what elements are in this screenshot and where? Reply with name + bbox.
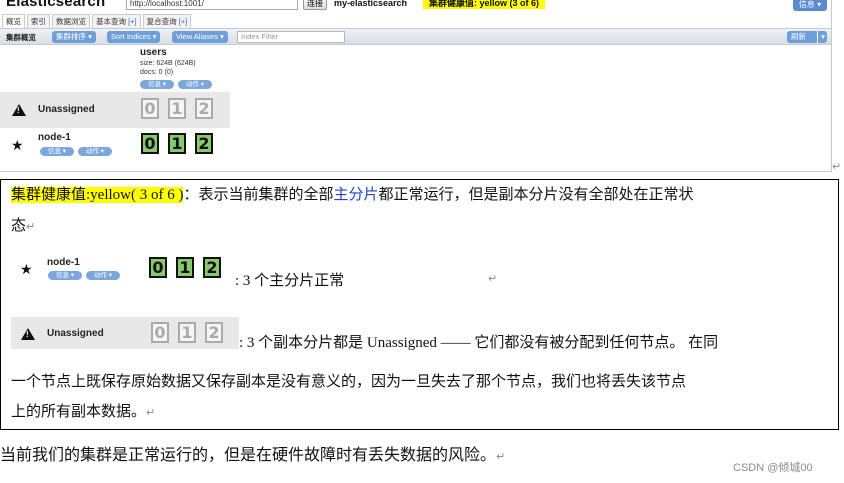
tab-indices[interactable]: 索引 <box>27 14 50 28</box>
index-size: size: 624B (624B) <box>140 60 196 67</box>
sort-cluster-button[interactable]: 集群排序 ▾ <box>52 31 96 43</box>
warning-icon <box>21 328 35 340</box>
text-span: 都正常运行，但是副本分片没有全部处在正常状 <box>378 187 694 203</box>
cluster-name: my-elasticsearch <box>334 0 408 8</box>
health-explanation-line2: 态↵ <box>11 214 35 238</box>
index-filter-input[interactable]: Index Filter <box>237 31 345 43</box>
replica-shard-2[interactable]: 2 <box>195 98 213 119</box>
unassigned-label: Unassigned <box>47 328 104 339</box>
explanation-line4: 一个节点上既保存原始数据又保存副本是没有意义的，因为一旦失去了那个节点，我们也将… <box>11 374 687 390</box>
text-span: 上的所有副本数据。 <box>11 404 147 420</box>
primary-shard-link[interactable]: 主分片 <box>334 187 379 203</box>
connect-button[interactable]: 连接 <box>303 0 327 10</box>
primary-shard-1: 1 <box>176 257 194 278</box>
tab-browser[interactable]: 数据浏览 <box>52 14 90 28</box>
explanation-line5: 上的所有副本数据。↵ <box>11 400 155 424</box>
explanation-box: 集群健康值:yellow( 3 of 6 )：表示当前集群的全部主分片都正常运行… <box>0 179 839 430</box>
tab-label: 基本查询 <box>96 17 129 26</box>
primary-shard-1[interactable]: 1 <box>168 133 186 154</box>
replica-shard-0[interactable]: 0 <box>141 98 159 119</box>
health-explanation-line: 集群健康值:yellow( 3 of 6 )：表示当前集群的全部主分片都正常运行… <box>11 183 833 207</box>
add-tab-link[interactable]: [+] <box>128 17 137 26</box>
summary-line: 当前我们的集群是正常运行的，但是在硬件故障时有丢失数据的风险。↵ <box>0 441 505 465</box>
text-span: 当前我们的集群是正常运行的，但是在硬件故障时有丢失数据的风险。 <box>0 447 497 464</box>
paragraph-mark: ↵ <box>146 406 156 419</box>
csdn-watermark: CSDN @倾城00 <box>733 462 813 474</box>
paragraph-mark: ↵ <box>496 450 506 463</box>
paragraph-mark: ↵ <box>26 220 36 233</box>
primary-shard-2[interactable]: 2 <box>195 133 213 154</box>
unassigned-label: Unassigned <box>38 104 95 115</box>
cluster-toolbar: 集群概览 集群排序 ▾ Sort Indices ▾ View Aliases … <box>0 28 831 45</box>
index-name: users <box>140 47 167 58</box>
warning-icon <box>12 104 26 116</box>
main-tabs: 概览 索引 数据浏览 基本查询 [+] 复合查询 [+] <box>2 14 193 28</box>
node-info-button[interactable]: 信息 ▾ <box>40 147 74 156</box>
url-input[interactable]: http://localhost:1001/ <box>126 0 298 10</box>
text-span: 态 <box>11 218 27 234</box>
info-menu-button[interactable]: 信息 ▾ <box>793 0 827 11</box>
node-name: node-1 <box>38 132 71 143</box>
tab-overview[interactable]: 概览 <box>2 14 25 28</box>
paragraph-mark: ↵ <box>488 272 498 285</box>
index-docs: docs: 0 (0) <box>140 69 174 76</box>
tab-label: 索引 <box>31 17 46 26</box>
index-info-button[interactable]: 信息 ▾ <box>140 80 174 89</box>
tab-label: 数据浏览 <box>56 17 86 26</box>
toolbar-label: 集群概览 <box>6 33 36 42</box>
primary-caption: : 3 个主分片正常 <box>235 273 345 289</box>
replica-caption: : 3 个副本分片都是 Unassigned —— 它们都没有被分配到任何节点。… <box>239 335 719 351</box>
text-span: ：表示当前集群的全部 <box>183 187 334 203</box>
tab-compound-query[interactable]: 复合查询 [+] <box>142 14 192 28</box>
node-name: node-1 <box>47 257 80 268</box>
app-title: Elasticsearch <box>6 0 106 10</box>
health-highlight: 集群健康值:yellow( 3 of 6 ) <box>11 187 184 203</box>
node-action-button[interactable]: 动作 ▾ <box>78 147 112 156</box>
primary-shard-2: 2 <box>203 257 221 278</box>
node-action-button[interactable]: 动作 ▾ <box>86 271 120 280</box>
refresh-button[interactable]: 刷新 ▾ <box>787 31 827 43</box>
es-head-screenshot: Elasticsearch http://localhost:1001/ 连接 … <box>0 0 832 172</box>
view-aliases-button[interactable]: View Aliases ▾ <box>172 31 228 43</box>
tab-label: 概览 <box>6 17 21 26</box>
tab-label: 复合查询 <box>146 17 179 26</box>
refresh-label: 刷新 <box>791 32 806 41</box>
replica-shard-0: 0 <box>151 322 169 343</box>
node-info-button[interactable]: 信息 ▾ <box>48 271 82 280</box>
add-tab-link[interactable]: [+] <box>179 17 188 26</box>
replica-shard-1: 1 <box>178 322 196 343</box>
index-action-button[interactable]: 动作 ▾ <box>178 80 212 89</box>
paragraph-mark: ↵ <box>832 160 842 173</box>
master-star-icon: ★ <box>11 138 24 154</box>
chevron-down-icon[interactable]: ▾ <box>817 31 825 43</box>
sort-indices-button[interactable]: Sort Indices ▾ <box>107 31 161 43</box>
primary-shard-0[interactable]: 0 <box>141 133 159 154</box>
cluster-health-badge: 集群健康值: yellow (3 of 6) <box>423 0 546 9</box>
replica-shard-2: 2 <box>205 322 223 343</box>
tab-basic-query[interactable]: 基本查询 [+] <box>92 14 141 28</box>
master-star-icon: ★ <box>20 262 33 278</box>
replica-shard-1[interactable]: 1 <box>168 98 186 119</box>
primary-shard-0: 0 <box>149 257 167 278</box>
